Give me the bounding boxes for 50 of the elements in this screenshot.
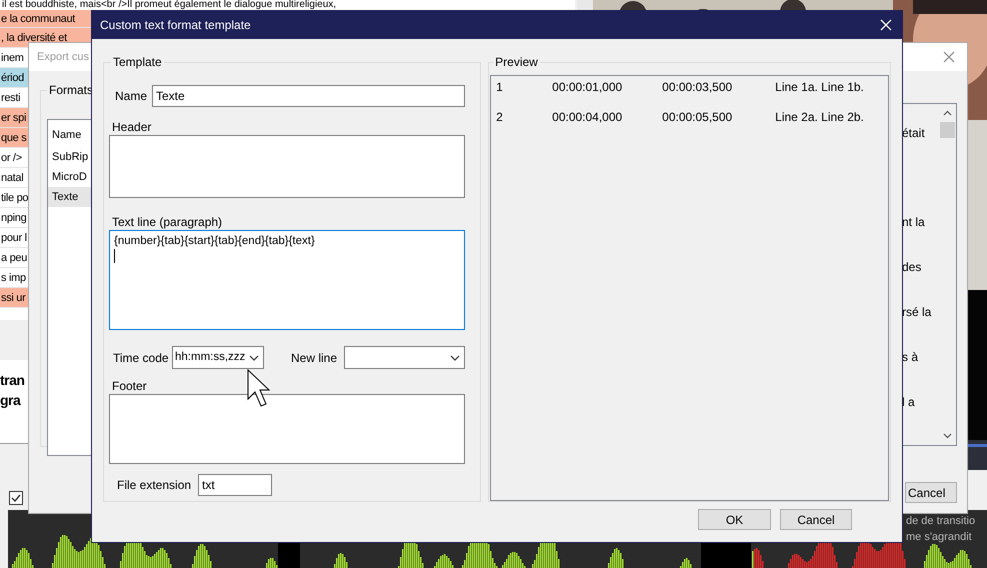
table-cell-text: 00:00:03,500 [662,80,734,96]
chevron-down-icon [450,354,460,360]
window-title: Custom text format template [100,17,251,34]
table-cell-text: 00:00:05,500 [662,110,734,126]
table-cell-text: 2 [496,110,504,126]
table-cell-text: Line 2a. Line 2b. [775,110,864,126]
check-icon [11,494,21,502]
cancel-button[interactable]: Cancel [780,509,852,530]
field-label: Name [115,88,148,105]
list-item[interactable]: SubRip [48,147,92,167]
window-title: Export cus [37,50,89,65]
waveform-caption: de de transitio me s'agrandit [906,514,976,545]
field-label: New line [291,350,338,366]
footer-field[interactable] [109,394,465,464]
table-cell-text: 1 [496,80,504,96]
group-title: Formats [48,82,94,99]
table-cell-text: Line 1a. Line 1b. [775,80,864,96]
subtitle-text: il est bouddhiste, mais<br />Il promeut également le dialogue multireligieux, [1,0,338,10]
column-header: Name [51,128,82,143]
list-item[interactable]: MicroD [48,167,92,187]
preview-text: des [902,259,922,276]
scrollbar-thumb[interactable] [940,122,955,138]
preview-text: rsé la [902,304,932,321]
group-title: Template [112,54,163,71]
ok-button[interactable]: OK [698,509,771,530]
cancel-button[interactable]: Cancel [905,482,957,503]
mouse-pointer-icon [247,369,270,407]
field-label: Footer [112,379,148,393]
name-field[interactable]: Texte [152,85,465,107]
preview-text: était [902,125,925,142]
preview-text: l a [902,394,915,411]
preview-text: nt la [902,214,925,231]
text-line-field[interactable]: {number}{tab}{start}{tab}{end}{tab}{text} [109,230,465,330]
field-label: Text line (paragraph) [112,215,224,229]
time-code-dropdown[interactable]: hh:mm:ss,zzz [172,346,264,369]
chevron-down-icon [249,354,259,360]
group-title: Preview [494,54,539,71]
header-field[interactable] [109,135,465,198]
subtitle-row[interactable]: e la communaut [0,10,91,28]
text-cursor [114,249,115,263]
table-cell-text: 00:00:04,000 [552,110,624,126]
list-item[interactable]: Texte [48,187,92,207]
field-label: Time code [113,350,170,366]
table-cell-text: 00:00:01,000 [552,80,624,96]
field-label: Header [112,120,152,134]
file-extension-field[interactable]: txt [198,474,272,496]
checkbox[interactable] [9,491,23,505]
subtitle-text: tran gra [0,371,26,410]
new-line-dropdown[interactable] [344,346,465,369]
field-label: File extension [117,477,192,494]
